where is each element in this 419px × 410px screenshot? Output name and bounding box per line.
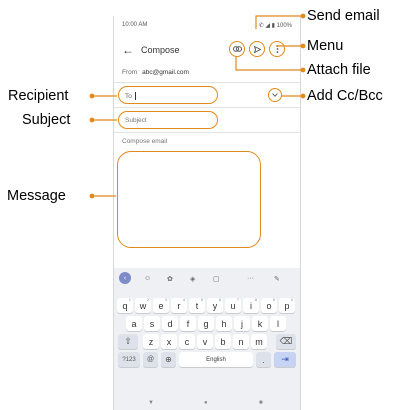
subject-callout: Subject [22,112,71,128]
message-dot [89,193,95,199]
recipient-callout: Recipient [8,88,69,104]
add-cc-bcc-dot [300,93,306,99]
recipient-dot [89,93,95,99]
attach-file-callout: Attach file [307,62,371,78]
menu-dot [300,43,306,49]
subject-dot [89,117,95,123]
send-email-callout: Send email [307,8,380,24]
menu-callout: Menu [307,38,344,54]
send-email-dot [300,13,306,19]
add-cc-bcc-callout: Add Cc/Bcc [307,88,383,104]
attach-file-leader [235,57,303,71]
attach-file-dot [300,67,306,73]
send-email-leader [255,15,303,29]
message-callout: Message [7,188,66,204]
